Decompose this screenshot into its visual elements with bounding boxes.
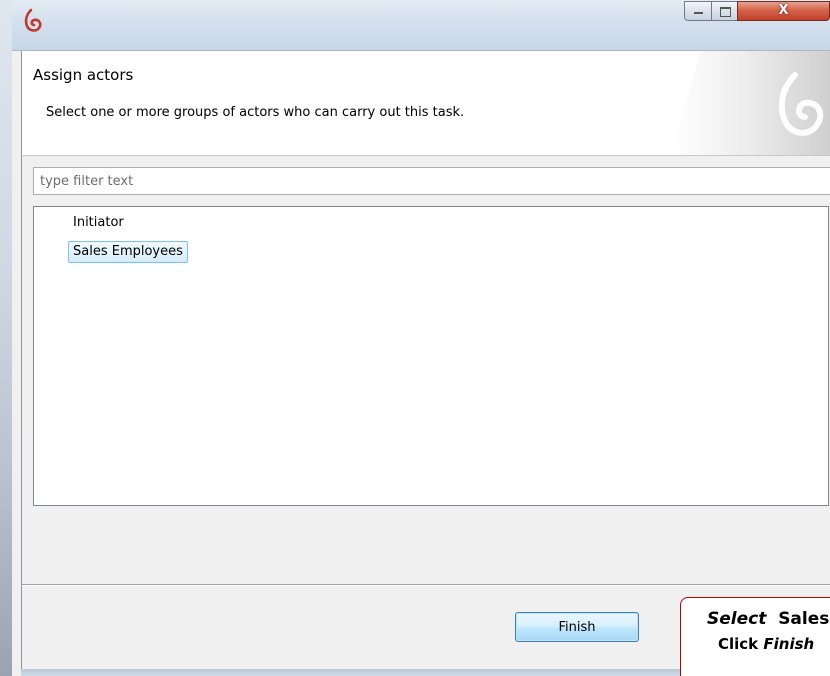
dialog-header: Assign actors Select one or more groups … bbox=[21, 51, 830, 156]
close-icon: X bbox=[778, 3, 789, 18]
bonita-watermark-icon bbox=[671, 51, 830, 155]
callout-sales-word: Sales bbox=[778, 609, 830, 629]
bonita-logo-icon bbox=[24, 8, 42, 32]
background-desktop-edge bbox=[0, 0, 12, 676]
filter-input[interactable] bbox=[33, 167, 830, 195]
window-titlebar[interactable]: X bbox=[12, 0, 830, 51]
callout-line-1: Select Sales bbox=[707, 609, 829, 629]
actor-list[interactable]: Initiator Sales Employees bbox=[33, 206, 829, 506]
minimize-icon bbox=[694, 12, 703, 14]
callout-click-word: Click bbox=[718, 635, 759, 653]
window-controls: X bbox=[684, 1, 830, 21]
finish-button[interactable]: Finish bbox=[515, 612, 639, 642]
dialog-message: Select one or more groups of actors who … bbox=[46, 105, 465, 120]
maximize-icon bbox=[720, 7, 731, 17]
list-item-initiator[interactable]: Initiator bbox=[68, 212, 129, 234]
instruction-callout: Select Sales Click Finish bbox=[680, 597, 830, 676]
close-button[interactable]: X bbox=[737, 1, 830, 21]
assign-actors-dialog: X Assign actors Select one or more group… bbox=[12, 0, 830, 676]
callout-line-2: Click Finish bbox=[718, 635, 814, 653]
maximize-button[interactable] bbox=[711, 1, 738, 21]
callout-finish-word: Finish bbox=[763, 635, 815, 653]
minimize-button[interactable] bbox=[684, 1, 712, 21]
dialog-title: Assign actors bbox=[33, 66, 134, 84]
window-bottom-border bbox=[21, 669, 681, 676]
footer-separator bbox=[22, 584, 830, 586]
list-item-sales-employees[interactable]: Sales Employees bbox=[68, 241, 188, 263]
callout-select-word: Select bbox=[707, 609, 767, 629]
